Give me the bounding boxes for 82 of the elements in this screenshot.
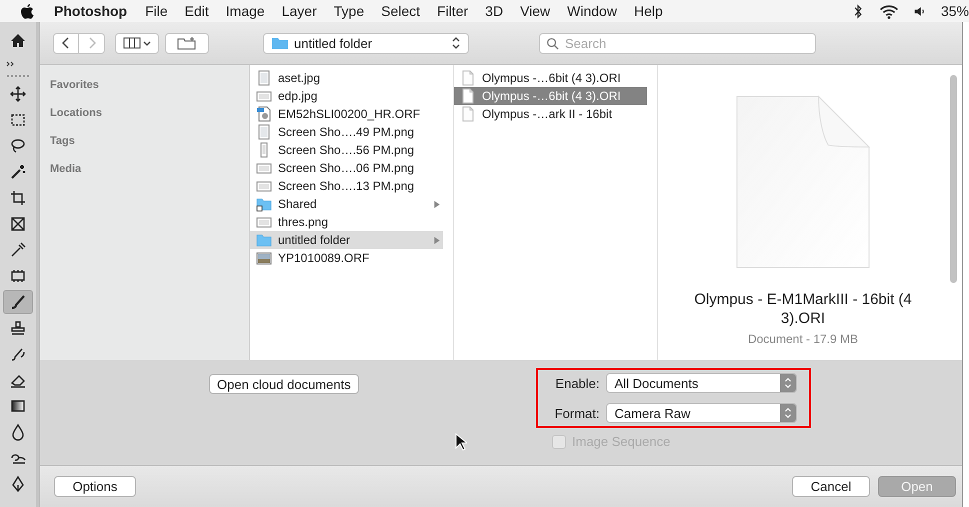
dropdown[interactable]: All Documents — [606, 373, 797, 393]
file-row[interactable]: untitled folder — [250, 231, 443, 249]
image-file-icon — [256, 124, 272, 140]
menu-item[interactable]: Help — [634, 3, 663, 19]
apple-icon[interactable] — [20, 3, 34, 19]
menu-item[interactable]: View — [520, 3, 550, 19]
dialog-button[interactable]: Cancel — [792, 476, 870, 497]
preview-info: Document - 17.9 MB — [748, 332, 858, 346]
view-mode-button[interactable] — [115, 32, 159, 54]
open-cloud-documents-button[interactable]: Open cloud documents — [209, 374, 359, 394]
magic-wand-icon — [9, 163, 27, 181]
move-icon — [9, 85, 27, 103]
lasso-icon — [9, 137, 27, 155]
menu-item[interactable]: 3D — [485, 3, 504, 19]
patch-icon — [9, 267, 27, 285]
wifi-icon[interactable] — [878, 4, 899, 18]
location-popup[interactable]: untitled folder — [263, 32, 469, 54]
document-icon — [460, 106, 476, 122]
brush-icon — [9, 293, 27, 311]
chevron-right-icon — [86, 36, 96, 50]
updown-arrows-icon — [784, 407, 792, 419]
field-label: Enable: — [554, 376, 600, 390]
sidebar-heading[interactable]: Media — [50, 161, 249, 177]
expand-arrow-icon — [433, 236, 441, 244]
app-menu[interactable]: Photoshop — [54, 3, 128, 19]
menu-item[interactable]: File — [145, 3, 168, 19]
expand-arrow-icon — [433, 200, 441, 208]
chevron-left-icon — [61, 36, 71, 50]
file-row[interactable]: Screen Sho….49 PM.png — [250, 123, 443, 141]
sidebar-heading[interactable]: Favorites — [50, 77, 249, 93]
file-row[interactable]: Olympus -…6bit (4 3).ORI — [454, 69, 647, 87]
battery-percent: 35% — [940, 3, 969, 19]
file-row[interactable]: edp.jpg — [250, 87, 443, 105]
file-row[interactable]: EM52hSLI00200_HR.ORF — [250, 105, 443, 123]
document-icon — [460, 88, 476, 104]
new-folder-icon — [177, 36, 197, 50]
file-row[interactable]: YP1010089.ORF — [250, 249, 443, 267]
back-button[interactable] — [53, 32, 79, 54]
stamp-icon — [9, 319, 27, 337]
columns-view-icon — [123, 37, 151, 49]
sidebar-heading[interactable]: Locations — [50, 105, 249, 121]
field-label: Format: — [554, 406, 600, 420]
image-file-icon — [256, 70, 272, 86]
file-row[interactable]: aset.jpg — [250, 69, 443, 87]
tool-button[interactable] — [3, 290, 33, 314]
updown-arrows-icon — [784, 377, 792, 389]
menu-item[interactable]: Image — [226, 3, 265, 19]
menu-item[interactable]: Edit — [184, 3, 209, 19]
menu-item[interactable]: Type — [334, 3, 364, 19]
file-row[interactable]: Screen Sho….13 PM.png — [250, 177, 443, 195]
file-row[interactable]: Olympus -…ark II - 16bit — [454, 105, 647, 123]
document-icon — [460, 70, 476, 86]
file-row[interactable]: thres.png — [250, 213, 443, 231]
frame-icon — [9, 215, 27, 233]
scrollbar[interactable] — [950, 75, 957, 283]
new-folder-button[interactable] — [165, 32, 209, 54]
eyedropper-icon — [9, 241, 27, 259]
photo-file-icon — [256, 250, 272, 266]
home-icon[interactable] — [10, 33, 26, 49]
menu-item[interactable]: Window — [567, 3, 617, 19]
file-row[interactable]: Screen Sho….06 PM.png — [250, 159, 443, 177]
search-field[interactable]: Search — [539, 32, 816, 54]
mouse-pointer-icon — [455, 433, 467, 451]
folder-icon — [271, 36, 289, 50]
file-row[interactable]: Screen Sho….56 PM.png — [250, 141, 443, 159]
menu-item[interactable]: Layer — [282, 3, 317, 19]
search-icon — [546, 36, 559, 50]
file-row[interactable]: Shared — [250, 195, 443, 213]
menu-item[interactable]: Filter — [437, 3, 468, 19]
dropdown[interactable]: Camera Raw — [606, 403, 797, 423]
preview-filename: Olympus - E-M1MarkIII - 16bit (4 3).ORI — [693, 290, 913, 328]
menu-item[interactable]: Select — [381, 3, 420, 19]
file-row[interactable]: Olympus -…6bit (4 3).ORI — [454, 87, 647, 105]
updown-arrows-icon — [452, 36, 460, 50]
dialog-button[interactable]: Options — [54, 476, 136, 497]
raw-file-icon — [256, 106, 272, 122]
document-icon — [735, 94, 871, 270]
collapse-icon[interactable] — [6, 61, 16, 67]
folder-icon — [256, 232, 272, 248]
alias-folder-icon — [256, 196, 272, 212]
crop-icon — [9, 189, 27, 207]
sidebar-heading[interactable]: Tags — [50, 133, 249, 149]
